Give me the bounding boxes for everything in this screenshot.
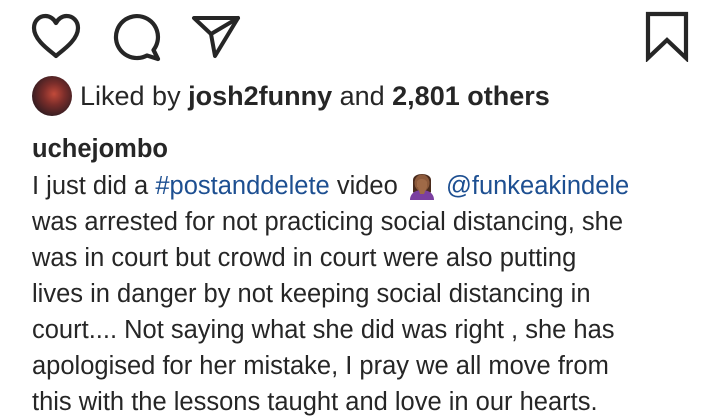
caption-line-1: I just did a #postanddelete video @funke… [32,168,702,204]
like-button[interactable] [30,12,82,60]
caption-text: video [329,172,405,200]
caption-line-6: apologised for her mistake, I pray we al… [32,352,609,380]
liker-avatar[interactable] [32,76,72,116]
likes-middle: and [332,81,393,111]
action-bar [0,0,720,72]
comment-button[interactable] [110,12,162,62]
likes-count[interactable]: 2,801 others [392,81,550,111]
facepalm-woman-emoji [409,174,434,200]
caption-line-4: lives in danger by not keeping social di… [32,280,591,308]
instagram-post-footer: Liked by josh2funny and 2,801 others uch… [0,0,720,417]
likes-summary[interactable]: Liked by josh2funny and 2,801 others [32,74,550,118]
liker-username[interactable]: josh2funny [188,81,332,111]
hashtag-link[interactable]: #postanddelete [155,172,329,200]
paper-plane-icon [192,16,240,58]
caption-line-2: was arrested for not practicing social d… [32,208,624,236]
post-caption: uchejombo I just did a #postanddelete vi… [32,130,702,417]
heart-outline-icon [31,13,81,59]
comment-bubble-icon [113,14,161,62]
caption-line-3: was in court but crowd in court were als… [32,244,577,272]
save-button[interactable] [642,10,692,62]
likes-text: Liked by josh2funny and 2,801 others [80,76,550,116]
caption-line-7: this with the lessons taught and love in… [32,388,598,416]
share-button[interactable] [190,12,242,60]
bookmark-icon [645,11,689,62]
caption-text: I just did a [32,172,156,200]
caption-line-5: court.... Not saying what she did was ri… [32,316,615,344]
mention-link[interactable]: @funkeakindele [446,172,629,200]
caption-username[interactable]: uchejombo [32,130,702,168]
likes-prefix: Liked by [80,81,189,111]
